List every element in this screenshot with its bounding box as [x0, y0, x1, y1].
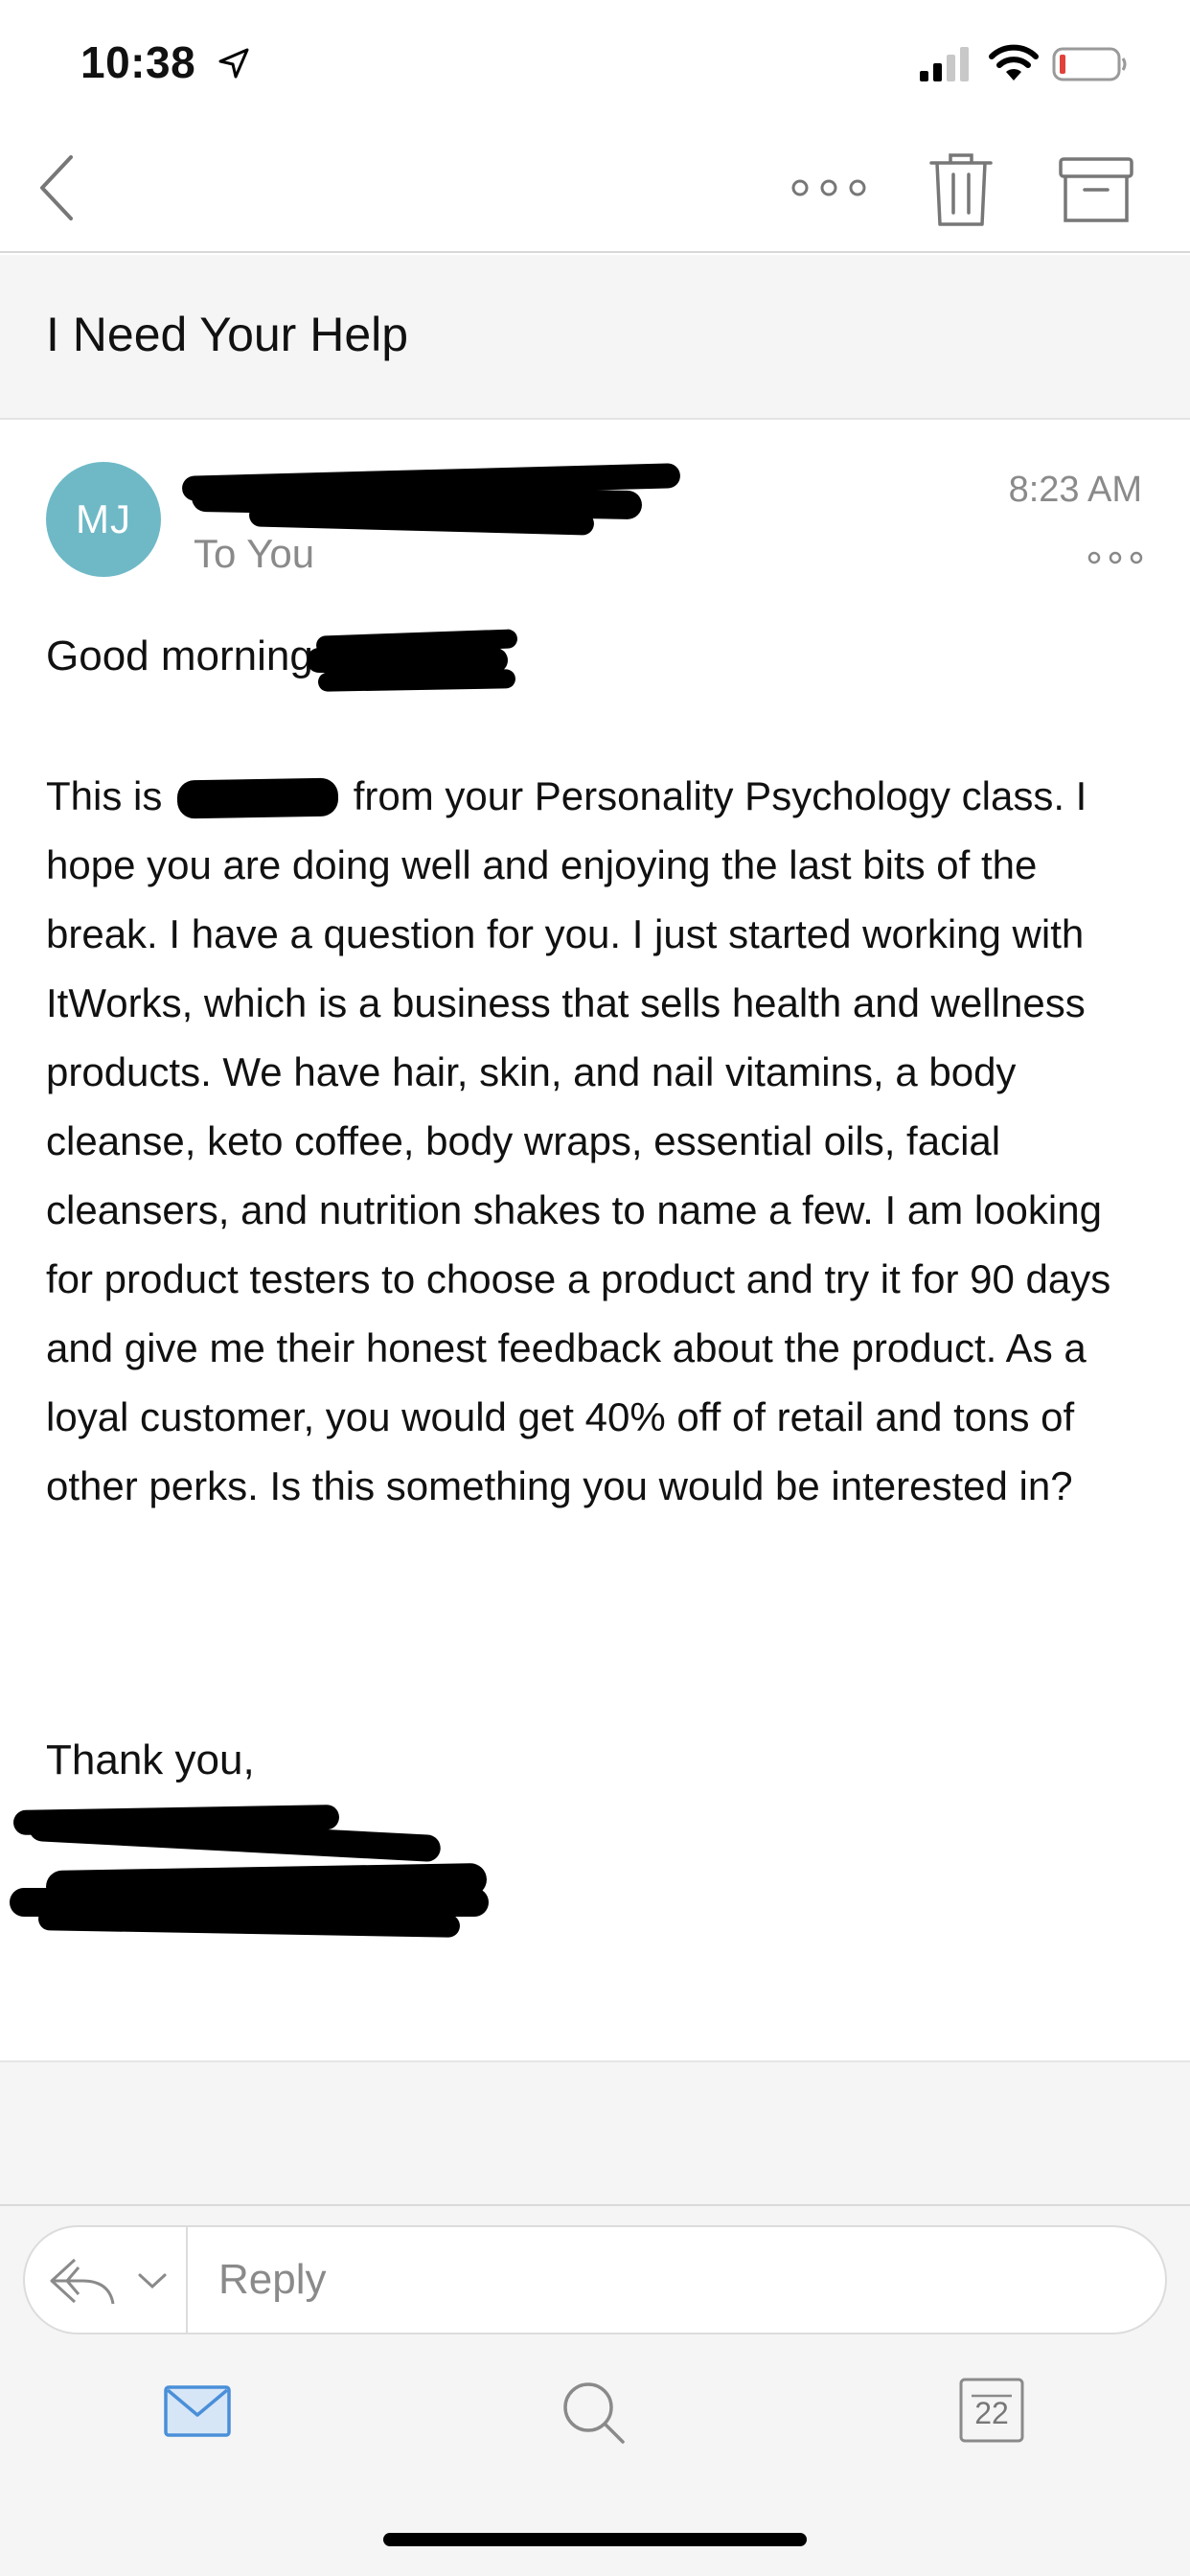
reply-input[interactable]: Reply: [218, 2256, 327, 2304]
footer-area: Reply 22: [0, 2060, 1190, 2576]
body-intro: This is: [46, 773, 163, 818]
message-time: 8:23 AM: [1008, 470, 1142, 510]
subject-bar: I Need Your Help: [0, 255, 1190, 420]
email-greeting: Good morning: [46, 632, 313, 680]
status-time: 10:38: [80, 37, 196, 87]
email-subject: I Need Your Help: [46, 308, 409, 361]
home-indicator[interactable]: [383, 2533, 807, 2546]
greeting-text: Good morning: [46, 632, 313, 679]
nav-bar: [0, 126, 1190, 253]
body-main: from your Personality Psychology class. …: [46, 773, 1111, 1508]
calendar-day: 22: [974, 2396, 1009, 2430]
reply-bar[interactable]: Reply: [23, 2225, 1167, 2334]
wifi-icon: [989, 44, 1039, 80]
status-bar: 10:38: [0, 0, 1190, 126]
trash-icon[interactable]: [927, 151, 995, 228]
email-signoff: Thank you,: [46, 1736, 255, 1783]
more-dots-icon[interactable]: [786, 169, 872, 207]
archive-icon[interactable]: [1058, 155, 1134, 224]
email-body: This is from your Personality Psychology…: [46, 762, 1157, 1521]
mail-tab-icon[interactable]: [163, 2384, 232, 2438]
calendar-tab[interactable]: 22: [958, 2377, 1025, 2444]
back-chevron-icon[interactable]: [29, 150, 86, 226]
reply-arrow-icon[interactable]: [46, 2254, 119, 2308]
battery-icon: [1052, 47, 1127, 81]
reply-divider: [0, 2204, 1190, 2206]
sender-avatar[interactable]: MJ: [46, 462, 161, 577]
location-arrow-icon: [218, 48, 249, 79]
search-tab-icon[interactable]: [560, 2379, 627, 2446]
body-name-redaction: [176, 777, 339, 819]
message-more-icon[interactable]: [1087, 548, 1144, 567]
reply-options[interactable]: [25, 2227, 188, 2333]
recipient-label[interactable]: To You: [194, 531, 314, 577]
chevron-down-icon[interactable]: [136, 2271, 169, 2290]
signal-icon: [920, 47, 969, 81]
